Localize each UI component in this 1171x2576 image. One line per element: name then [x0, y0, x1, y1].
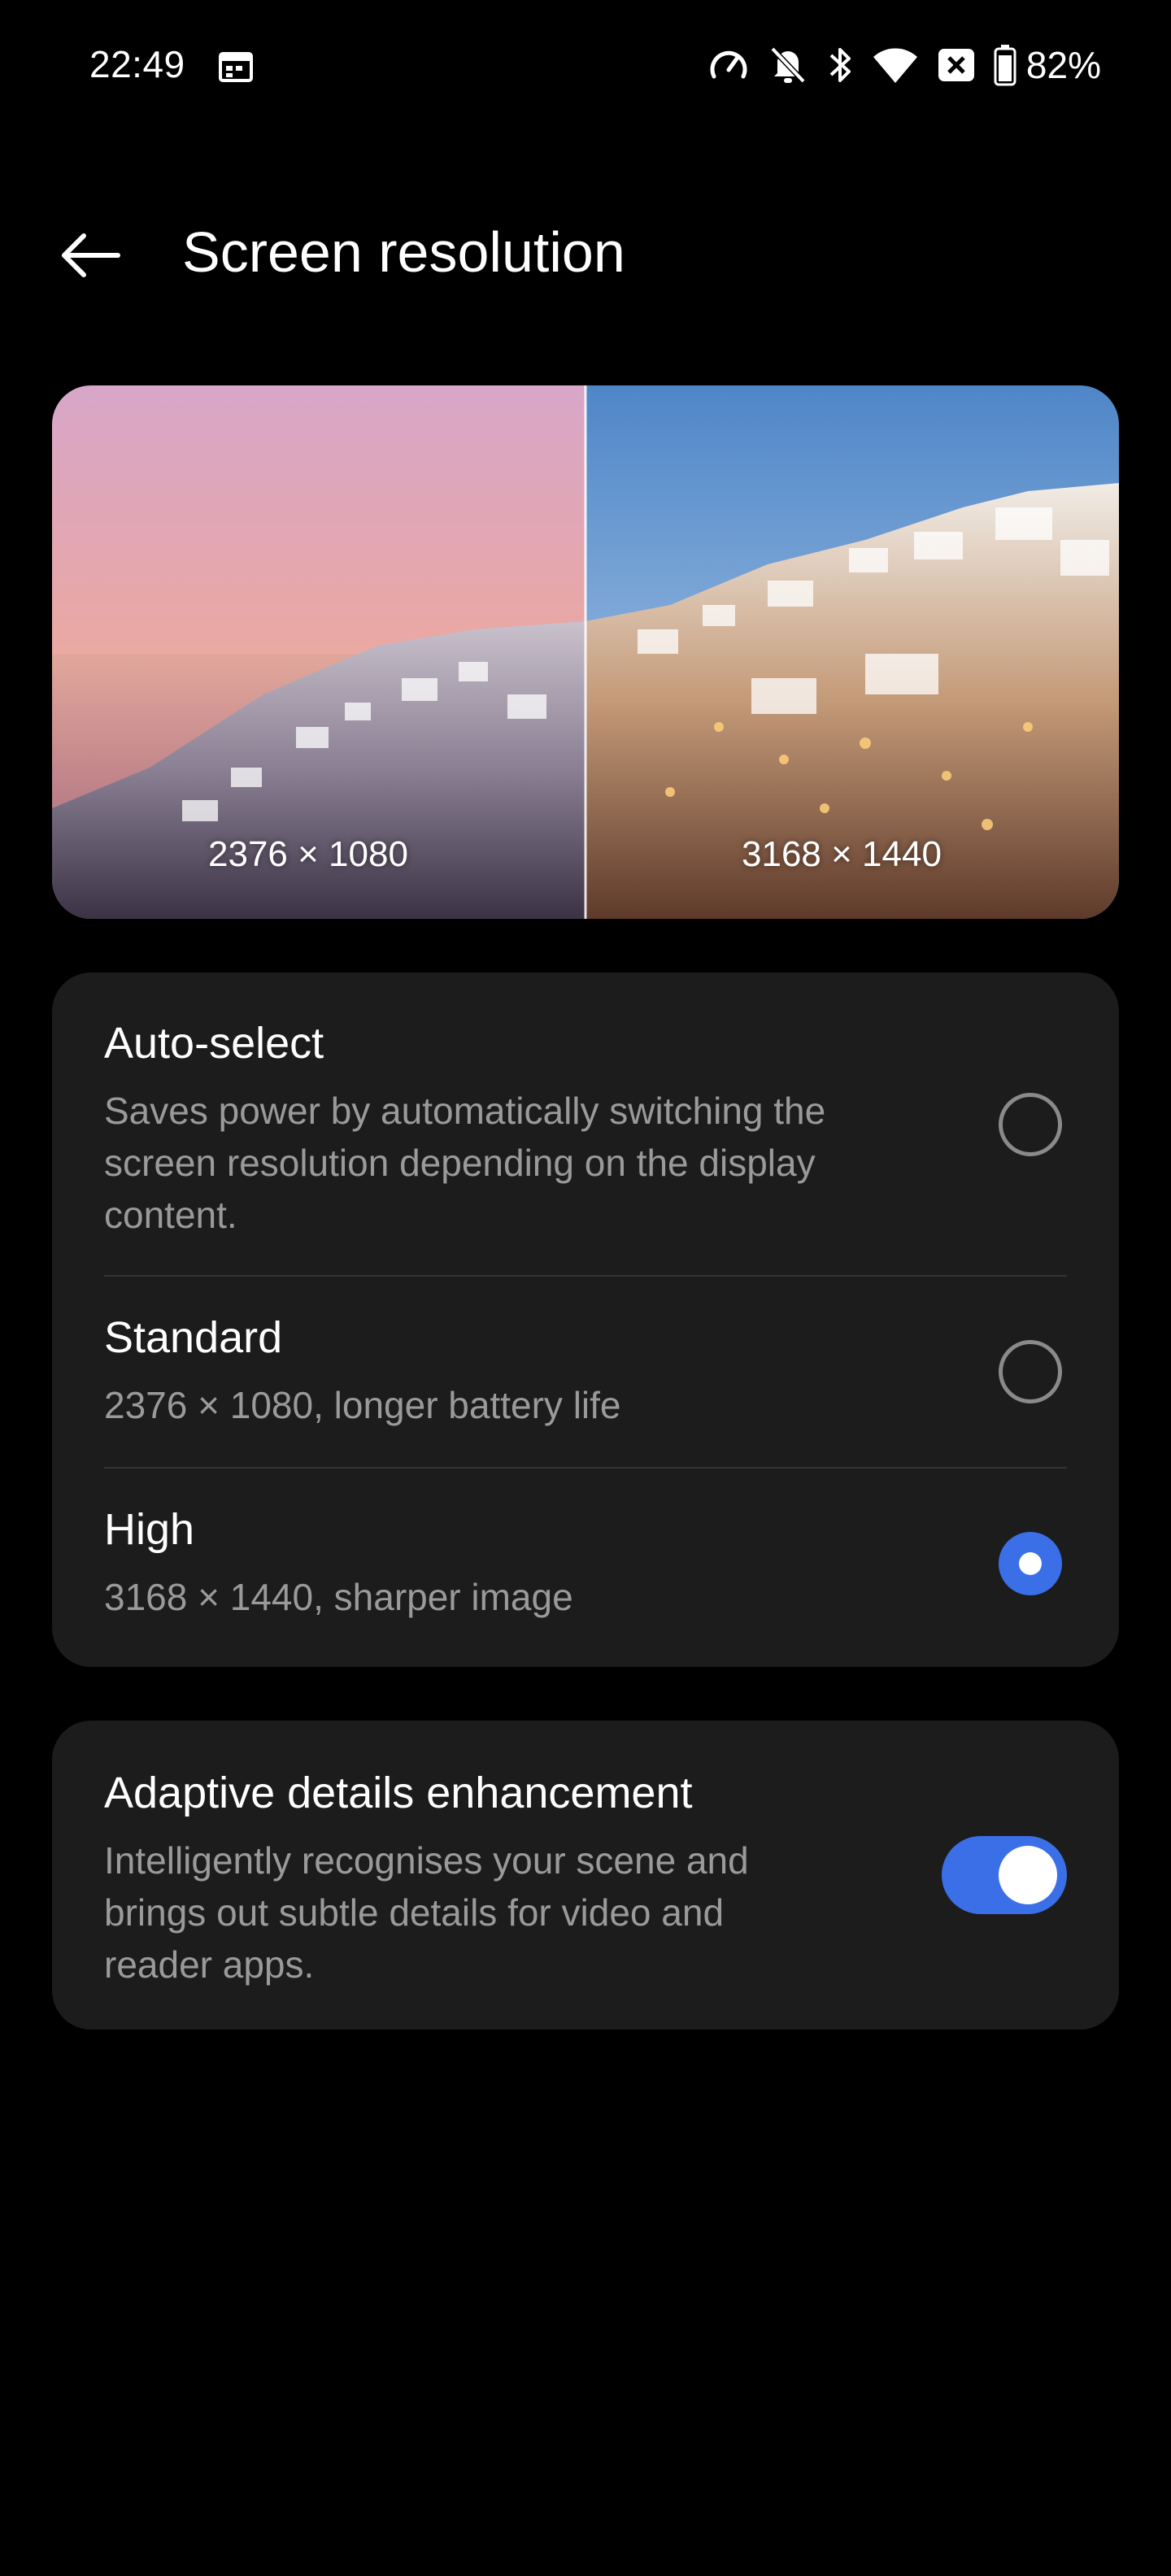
radio-auto-select[interactable]	[999, 1093, 1062, 1156]
status-bar: 22:49 82%	[0, 0, 1171, 130]
option-description: 2376 × 1080, longer battery life	[104, 1384, 621, 1426]
battery-icon	[994, 44, 1016, 86]
bell-off-icon	[768, 44, 808, 86]
arrow-left-icon	[59, 233, 121, 282]
radio-high[interactable]	[999, 1532, 1062, 1595]
speedometer-icon	[707, 44, 750, 86]
back-button[interactable]	[46, 216, 135, 298]
status-icons: 82%	[707, 41, 1101, 89]
adaptive-description: Intelligently recognises your scene and …	[104, 1839, 749, 1986]
toggle-knob	[999, 1846, 1057, 1904]
resolution-options-card: Auto-select Saves power by automatically…	[52, 973, 1119, 1667]
option-standard[interactable]: Standard 2376 × 1080, longer battery lif…	[52, 1277, 1119, 1467]
option-description: Saves power by automatically switching t…	[104, 1090, 826, 1236]
option-description: 3168 × 1440, sharper image	[104, 1576, 573, 1618]
calendar-icon	[218, 50, 254, 83]
adaptive-title: Adaptive details enhancement	[104, 1769, 693, 1817]
option-auto-select[interactable]: Auto-select Saves power by automatically…	[52, 973, 1119, 1275]
adaptive-toggle[interactable]	[942, 1836, 1067, 1914]
resolution-preview-image: 2376 × 1080 3168 × 1440	[52, 385, 1119, 919]
battery-percent: 82%	[1025, 44, 1101, 86]
wifi-icon	[872, 46, 919, 85]
close-box-icon	[937, 46, 976, 85]
option-high[interactable]: High 3168 × 1440, sharper image	[52, 1469, 1119, 1667]
option-title: Auto-select	[104, 1019, 324, 1068]
option-title: High	[104, 1505, 195, 1554]
adaptive-details-card[interactable]: Adaptive details enhancement Intelligent…	[52, 1721, 1119, 2030]
status-time: 22:49	[89, 43, 185, 85]
bluetooth-icon	[826, 44, 854, 86]
preview-label-high: 3168 × 1440	[742, 834, 942, 874]
option-title: Standard	[104, 1313, 283, 1362]
radio-standard[interactable]	[999, 1340, 1062, 1403]
preview-label-standard: 2376 × 1080	[208, 834, 408, 874]
app-bar: Screen resolution	[0, 187, 1171, 317]
page-title: Screen resolution	[182, 220, 625, 284]
